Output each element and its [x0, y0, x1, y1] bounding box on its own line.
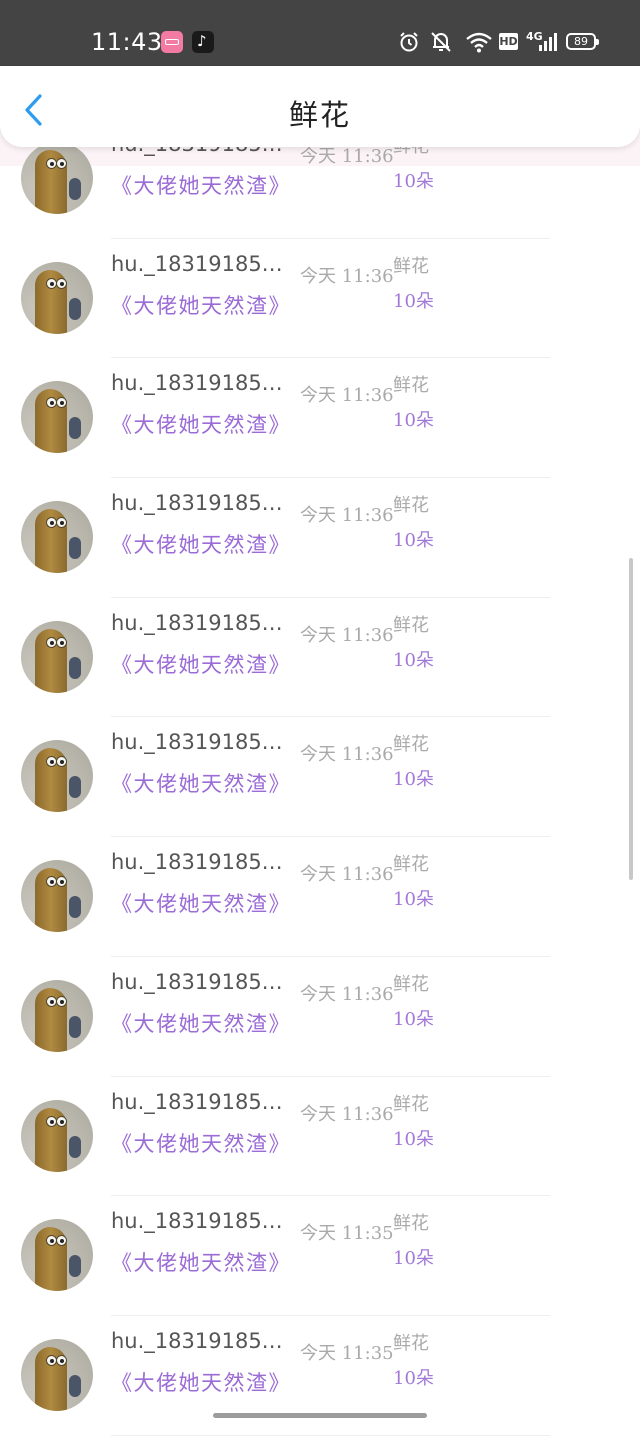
user-name: hu._18319185…	[111, 491, 283, 516]
avatar[interactable]	[21, 381, 93, 454]
gift-count: 10朵	[393, 530, 434, 552]
user-name: hu._18319185…	[111, 251, 283, 276]
book-title[interactable]: 《大佬她天然渣》	[111, 768, 291, 798]
hd-badge: HD	[499, 33, 518, 50]
list-item[interactable]: hu._18319185… 《大佬她天然渣》今天 11:36鲜花 10朵	[0, 239, 640, 359]
record-time: 今天 11:35	[300, 1223, 394, 1245]
avatar[interactable]	[21, 142, 93, 214]
book-title[interactable]: 《大佬她天然渣》	[111, 1128, 291, 1158]
book-title[interactable]: 《大佬她天然渣》	[111, 409, 291, 439]
list-item[interactable]: hu._18319185… 《大佬她天然渣》今天 11:36鲜花 10朵	[0, 717, 640, 838]
gift-count: 10朵	[393, 1128, 434, 1150]
divider	[111, 1434, 550, 1436]
gift-type: 鲜花	[393, 973, 429, 995]
bilibili-app-icon	[161, 31, 183, 53]
avatar[interactable]	[21, 620, 93, 693]
gift-count: 10朵	[393, 1367, 434, 1389]
gift-count: 10朵	[393, 1008, 434, 1030]
user-name: hu._18319185…	[111, 1328, 283, 1353]
list-item[interactable]: hu._18319185… 《大佬她天然渣》今天 11:36鲜花 10朵	[0, 957, 640, 1077]
page-title: 鲜花	[288, 98, 351, 132]
avatar[interactable]	[21, 740, 93, 813]
avatar[interactable]	[21, 1099, 93, 1172]
battery-level: 89	[574, 35, 588, 48]
record-time: 今天 11:36	[300, 744, 394, 766]
gift-type: 鲜花	[393, 854, 429, 876]
top-nav-bar: 鲜花	[0, 66, 640, 147]
book-title[interactable]: 《大佬她天然渣》	[111, 1008, 291, 1038]
gift-type: 鲜花	[393, 734, 429, 756]
list-item[interactable]: hu._18319185… 《大佬她天然渣》 今天 11:35 鲜花 10朵	[0, 1196, 640, 1316]
avatar[interactable]	[21, 261, 93, 334]
avatar[interactable]	[21, 979, 93, 1052]
record-time: 今天 11:35	[300, 1342, 394, 1364]
list-item[interactable]: hu._18319185… 《大佬她天然渣》今天 11:36鲜花 10朵	[0, 1077, 640, 1197]
mute-bell-icon	[431, 32, 451, 52]
gift-count: 10朵	[393, 410, 434, 432]
tiktok-app-icon: ♪	[192, 31, 214, 53]
gift-count: 10朵	[393, 769, 434, 791]
status-bar: 11:43 ♪ HD 4G 89	[0, 0, 640, 66]
gift-count: 10朵	[393, 649, 434, 671]
gift-count: 10朵	[393, 889, 434, 911]
book-title[interactable]: 《大佬她天然渣》	[111, 1247, 291, 1277]
gift-count: 10朵	[393, 171, 434, 192]
list-item[interactable]: hu._18319185… 《大佬她天然渣》今天 11:36鲜花 10朵	[0, 598, 640, 718]
avatar[interactable]	[21, 501, 93, 574]
avatar[interactable]	[21, 1219, 93, 1292]
alarm-icon	[400, 32, 418, 52]
record-time: 今天 11:36	[300, 864, 394, 886]
user-name: hu._18319185…	[111, 730, 283, 755]
wifi-icon	[466, 32, 492, 53]
book-title[interactable]: 《大佬她天然渣》	[111, 529, 291, 559]
gift-type: 鲜花	[393, 1093, 429, 1115]
gift-type: 鲜花	[393, 255, 429, 277]
list-item[interactable]: hu._18319185… 《大佬她天然渣》今天 11:36鲜花 10朵	[0, 358, 640, 479]
record-time: 今天 11:36	[300, 505, 394, 527]
record-time: 今天 11:36	[300, 983, 394, 1005]
book-title[interactable]: 《大佬她天然渣》	[111, 170, 291, 200]
record-time: 今天 11:36	[300, 624, 394, 646]
scrollbar[interactable]	[629, 558, 633, 880]
record-time: 今天 11:36	[300, 265, 394, 287]
user-name: hu._18319185…	[111, 371, 283, 396]
book-title[interactable]: 《大佬她天然渣》	[111, 888, 291, 918]
gift-type: 鲜花	[393, 1332, 429, 1354]
record-time: 今天 11:36	[300, 1103, 394, 1125]
user-name: hu._18319185…	[111, 850, 283, 875]
record-time: 今天 11:36	[300, 385, 394, 407]
user-name: hu._18319185…	[111, 1089, 283, 1114]
gift-count: 10朵	[393, 1248, 434, 1270]
avatar[interactable]	[21, 860, 93, 933]
gift-type: 鲜花	[393, 614, 429, 636]
signal-icon	[539, 33, 557, 51]
list-item[interactable]: hu._18319185… 《大佬她天然渣》今天 11:36鲜花 10朵	[0, 837, 640, 957]
book-title[interactable]: 《大佬她天然渣》	[111, 649, 291, 679]
gift-type: 鲜花	[393, 375, 429, 397]
flower-record-list[interactable]: hu._18319185…《大佬她天然渣》今天 11:36鲜花10朵hu._18…	[0, 119, 640, 1436]
user-name: hu._18319185…	[111, 610, 283, 635]
user-name: hu._18319185…	[111, 969, 283, 994]
avatar[interactable]	[21, 1338, 93, 1411]
gift-type: 鲜花	[393, 1213, 429, 1235]
book-title[interactable]: 《大佬她天然渣》	[111, 1367, 291, 1397]
battery-icon: 89	[566, 33, 599, 50]
list-item[interactable]: hu._18319185… 《大佬她天然渣》今天 11:36鲜花 10朵	[0, 478, 640, 598]
book-title[interactable]: 《大佬她天然渣》	[111, 290, 291, 320]
status-time: 11:43	[91, 28, 163, 56]
gift-type: 鲜花	[393, 495, 429, 517]
gift-count: 10朵	[393, 290, 434, 312]
home-indicator[interactable]	[213, 1413, 427, 1418]
user-name: hu._18319185…	[111, 1209, 283, 1234]
